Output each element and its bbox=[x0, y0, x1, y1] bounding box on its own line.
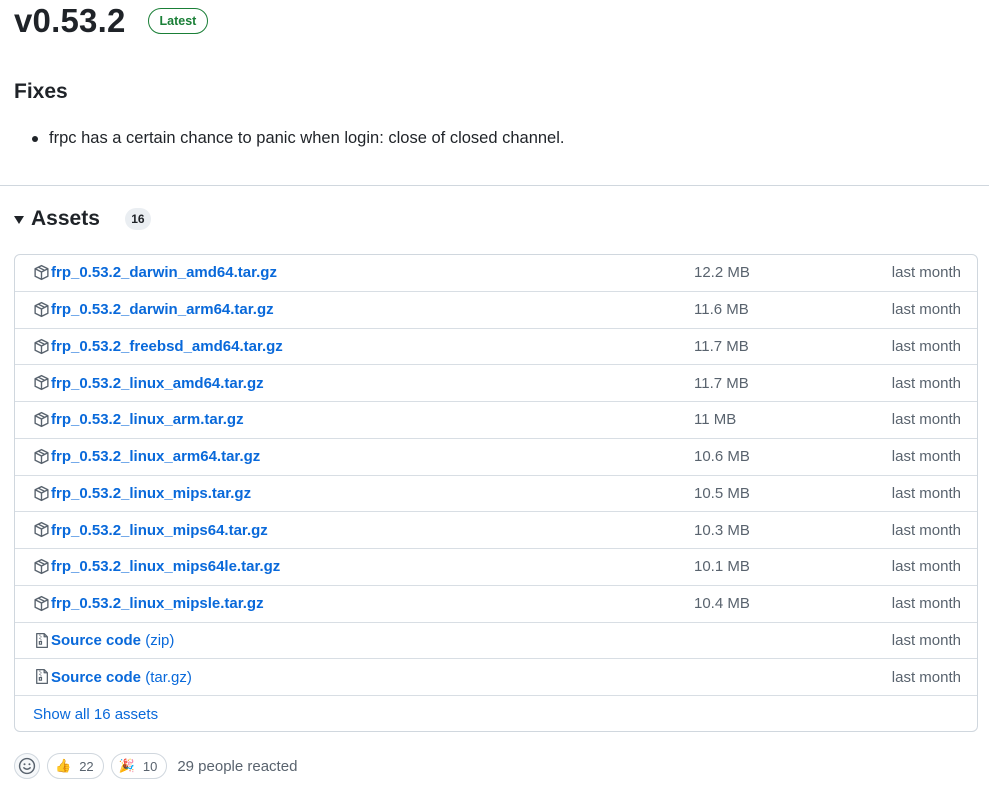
latest-badge: Latest bbox=[147, 8, 209, 34]
asset-date: last month bbox=[891, 595, 961, 613]
asset-link[interactable]: frp_0.53.2_freebsd_amd64.tar.gz bbox=[51, 338, 283, 355]
reactions-summary: 29 people reacted bbox=[177, 757, 298, 775]
asset-date: last month bbox=[891, 337, 961, 355]
package-icon bbox=[34, 448, 49, 464]
asset-row: frp_0.53.2_linux_amd64.tar.gz 11.7 MB la… bbox=[15, 365, 977, 402]
show-all-row: Show all 16 assets bbox=[15, 696, 977, 731]
source-link-suffix: (tar.gz) bbox=[145, 668, 192, 686]
asset-size: 10.4 MB bbox=[694, 595, 750, 613]
source-row: Source code (zip) last month bbox=[15, 623, 977, 660]
asset-size: 11 MB bbox=[694, 411, 737, 429]
asset-size: 11.6 MB bbox=[694, 301, 749, 319]
package-icon bbox=[34, 301, 49, 317]
source-link-label: Source code bbox=[51, 631, 142, 649]
asset-size: 11.7 MB bbox=[694, 337, 749, 355]
triangle-down-icon bbox=[14, 216, 24, 224]
asset-date: last month bbox=[891, 558, 961, 576]
asset-row: frp_0.53.2_linux_arm64.tar.gz 10.6 MB la… bbox=[15, 439, 977, 476]
tada-reaction-button[interactable]: 🎉 10 bbox=[110, 753, 168, 779]
asset-date: last month bbox=[891, 448, 961, 466]
release-version: v0.53.2 bbox=[14, 2, 126, 39]
fix-item: frpc has a certain chance to panic when … bbox=[14, 127, 564, 149]
asset-row: frp_0.53.2_freebsd_amd64.tar.gz 11.7 MB … bbox=[15, 329, 977, 366]
asset-link[interactable]: frp_0.53.2_linux_mips64.tar.gz bbox=[51, 522, 268, 539]
bullet-icon bbox=[32, 136, 38, 142]
asset-date: last month bbox=[891, 264, 961, 282]
asset-row: frp_0.53.2_darwin_arm64.tar.gz 11.6 MB l… bbox=[15, 292, 977, 329]
source-link-suffix: (zip) bbox=[145, 631, 175, 649]
add-reaction-button[interactable] bbox=[14, 753, 40, 779]
asset-row: frp_0.53.2_linux_arm.tar.gz 11 MB last m… bbox=[15, 402, 977, 439]
asset-size: 12.2 MB bbox=[694, 264, 750, 282]
asset-date: last month bbox=[891, 631, 961, 649]
asset-link[interactable]: frp_0.53.2_darwin_amd64.tar.gz bbox=[51, 264, 277, 281]
asset-link[interactable]: frp_0.53.2_linux_amd64.tar.gz bbox=[51, 375, 264, 392]
asset-size: 10.5 MB bbox=[694, 484, 750, 502]
fixes-heading: Fixes bbox=[14, 80, 68, 103]
asset-size: 10.3 MB bbox=[694, 521, 750, 539]
package-icon bbox=[34, 338, 49, 354]
source-zip-link[interactable]: Source code (zip) bbox=[51, 632, 174, 649]
asset-link[interactable]: frp_0.53.2_darwin_arm64.tar.gz bbox=[51, 301, 274, 318]
thumbs-up-icon: 👍 bbox=[55, 758, 72, 773]
source-row: Source code (tar.gz) last month bbox=[15, 659, 977, 696]
fix-text: frpc has a certain chance to panic when … bbox=[49, 129, 565, 147]
package-icon bbox=[34, 485, 49, 501]
asset-row: frp_0.53.2_linux_mipsle.tar.gz 10.4 MB l… bbox=[15, 586, 977, 623]
asset-row: frp_0.53.2_darwin_amd64.tar.gz 12.2 MB l… bbox=[15, 255, 977, 292]
package-icon bbox=[34, 595, 49, 611]
asset-link[interactable]: frp_0.53.2_linux_mipsle.tar.gz bbox=[51, 595, 264, 612]
asset-list: frp_0.53.2_darwin_amd64.tar.gz 12.2 MB l… bbox=[14, 254, 978, 732]
asset-row: frp_0.53.2_linux_mips64.tar.gz 10.3 MB l… bbox=[15, 512, 977, 549]
asset-date: last month bbox=[891, 301, 961, 319]
asset-link[interactable]: frp_0.53.2_linux_arm64.tar.gz bbox=[51, 448, 260, 465]
show-all-assets-link[interactable]: Show all 16 assets bbox=[33, 706, 158, 723]
asset-row: frp_0.53.2_linux_mips64le.tar.gz 10.1 MB… bbox=[15, 549, 977, 586]
assets-title: Assets bbox=[31, 207, 100, 230]
asset-date: last month bbox=[891, 521, 961, 539]
package-icon bbox=[34, 375, 49, 391]
asset-date: last month bbox=[891, 484, 961, 502]
assets-count-badge: 16 bbox=[124, 208, 151, 230]
thumbs-up-reaction-button[interactable]: 👍 22 bbox=[47, 753, 104, 779]
source-targz-link[interactable]: Source code (tar.gz) bbox=[51, 669, 192, 686]
asset-link[interactable]: frp_0.53.2_linux_mips.tar.gz bbox=[51, 485, 251, 502]
reactions-bar: 👍 22 🎉 10 29 people reacted bbox=[14, 752, 297, 780]
package-icon bbox=[34, 522, 49, 538]
asset-link[interactable]: frp_0.53.2_linux_arm.tar.gz bbox=[51, 411, 244, 428]
package-icon bbox=[34, 558, 49, 575]
smiley-icon bbox=[18, 757, 36, 775]
asset-date: last month bbox=[891, 374, 961, 392]
section-divider bbox=[0, 185, 989, 186]
package-icon bbox=[34, 264, 49, 281]
asset-size: 10.1 MB bbox=[694, 558, 750, 576]
asset-size: 10.6 MB bbox=[694, 448, 750, 466]
asset-size: 11.7 MB bbox=[694, 374, 749, 392]
reaction-count: 22 bbox=[79, 758, 94, 774]
asset-row: frp_0.53.2_linux_mips.tar.gz 10.5 MB las… bbox=[15, 476, 977, 513]
reaction-count: 10 bbox=[142, 758, 158, 774]
assets-toggle[interactable]: Assets 16 bbox=[14, 207, 151, 231]
source-link-label: Source code bbox=[51, 668, 142, 686]
asset-link[interactable]: frp_0.53.2_linux_mips64le.tar.gz bbox=[51, 558, 280, 575]
package-icon bbox=[34, 411, 49, 428]
asset-date: last month bbox=[891, 668, 961, 686]
asset-date: last month bbox=[891, 411, 961, 429]
file-zip-icon bbox=[36, 632, 48, 648]
file-zip-icon bbox=[36, 669, 48, 685]
release-header: v0.53.2 Latest bbox=[14, 0, 209, 42]
tada-icon: 🎉 bbox=[118, 758, 135, 773]
fix-list: frpc has a certain chance to panic when … bbox=[14, 127, 564, 149]
